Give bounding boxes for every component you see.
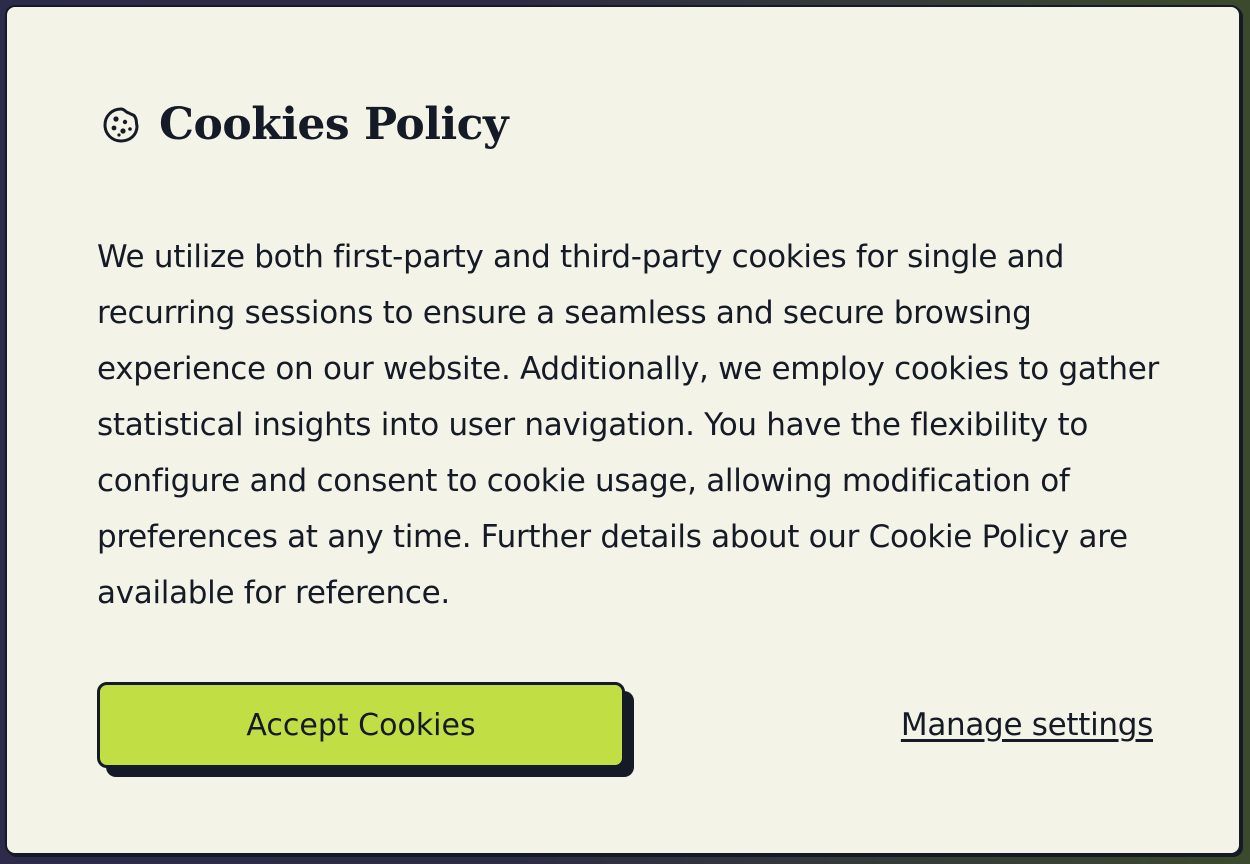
cookie-consent-dialog: Cookies Policy We utilize both first-par… [5, 5, 1241, 855]
policy-description: We utilize both first-party and third-pa… [97, 239, 1159, 611]
accept-button-wrapper: Accept Cookies [97, 682, 634, 777]
manage-settings-link[interactable]: Manage settings [901, 707, 1153, 743]
dialog-header: Cookies Policy [101, 99, 509, 150]
dialog-title: Cookies Policy [159, 99, 509, 150]
accept-cookies-button[interactable]: Accept Cookies [97, 682, 625, 768]
cookie-icon [101, 105, 141, 145]
